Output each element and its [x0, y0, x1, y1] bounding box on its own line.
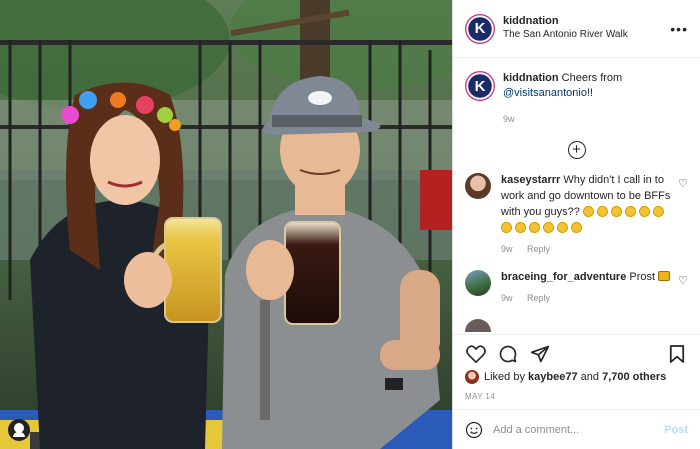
comment-item: braceing_for_adventure Prost 9w Reply ♡ [465, 269, 688, 305]
comment-like-heart-icon[interactable]: ♡ [678, 275, 688, 286]
post-actions [453, 334, 700, 372]
beer-emoji-icon [658, 270, 671, 281]
comment-body: braceing_for_adventure Prost 9w Reply [501, 270, 673, 305]
avatar-letter: K [474, 20, 486, 37]
header-text: kiddnation The San Antonio River Walk [503, 15, 628, 41]
comment-age[interactable]: 9w [501, 293, 513, 303]
likes-count[interactable]: 7,700 others [602, 371, 666, 383]
post-location[interactable]: The San Antonio River Walk [503, 29, 628, 42]
bookmark-icon[interactable] [666, 343, 688, 365]
post-side-panel: K kiddnation The San Antonio River Walk … [452, 0, 700, 449]
load-more-comments[interactable]: + [465, 140, 688, 159]
comment-composer: Post [453, 409, 700, 449]
comment-text: Prost [629, 270, 656, 283]
plus-circle-icon[interactable]: + [567, 140, 586, 159]
commenter-avatar[interactable] [465, 269, 491, 296]
author-avatar[interactable]: K [465, 13, 495, 44]
commenter-avatar[interactable] [465, 318, 491, 332]
caption-text: Cheers from [561, 72, 623, 84]
comment-meta: 9w Reply [501, 243, 673, 256]
caption-mention[interactable]: @visitsanantonio [503, 87, 587, 99]
caption-username[interactable]: kiddnation [503, 72, 559, 84]
comments-list[interactable]: K kiddnation Cheers from @visitsanantoni… [453, 59, 700, 332]
more-horizontal-icon[interactable]: ••• [670, 21, 688, 37]
comment-input[interactable] [493, 423, 665, 436]
comment-meta: 9w Reply [501, 292, 673, 305]
likes-joiner: and [580, 371, 600, 383]
author-username[interactable]: kiddnation [503, 15, 628, 29]
post-comment-button[interactable]: Post [664, 424, 688, 436]
liker-avatar[interactable] [465, 370, 479, 384]
post-photo[interactable] [0, 0, 452, 449]
comment-username[interactable]: kaseystarrr [501, 174, 560, 186]
caption-age[interactable]: 9w [503, 113, 622, 125]
share-icon[interactable] [529, 343, 551, 365]
comment-icon[interactable] [497, 343, 519, 365]
likes-prefix: Liked by [484, 371, 525, 383]
photo-illustration [0, 0, 452, 449]
liker-username[interactable]: kaybee77 [528, 371, 578, 383]
caption-body: kiddnation Cheers from @visitsanantonio!… [503, 71, 622, 125]
comment-item: kaseystarrr Why didn't I call in to work… [465, 172, 688, 256]
caption-avatar[interactable]: K [465, 71, 495, 101]
comment-username[interactable]: braceing_for_adventure [501, 271, 626, 283]
comment-item [465, 318, 688, 332]
heart-icon[interactable] [465, 343, 487, 365]
tagged-users-icon[interactable] [8, 419, 30, 441]
comment-body: kaseystarrr Why didn't I call in to work… [501, 173, 673, 256]
caption: K kiddnation Cheers from @visitsanantoni… [465, 71, 688, 125]
reply-button[interactable]: Reply [527, 293, 550, 303]
reply-button[interactable]: Reply [527, 244, 550, 254]
emoji-smile-icon[interactable] [465, 421, 483, 439]
comment-age[interactable]: 9w [501, 244, 513, 254]
post-date[interactable]: MAY 14 [465, 392, 495, 401]
post-header: K kiddnation The San Antonio River Walk … [453, 0, 700, 58]
likes-summary: Liked by kaybee77 and 7,700 others [465, 370, 666, 384]
commenter-avatar[interactable] [465, 172, 491, 199]
comment-like-heart-icon[interactable]: ♡ [678, 178, 688, 189]
caption-suffix: !! [586, 86, 594, 99]
avatar-letter: K [474, 77, 486, 95]
